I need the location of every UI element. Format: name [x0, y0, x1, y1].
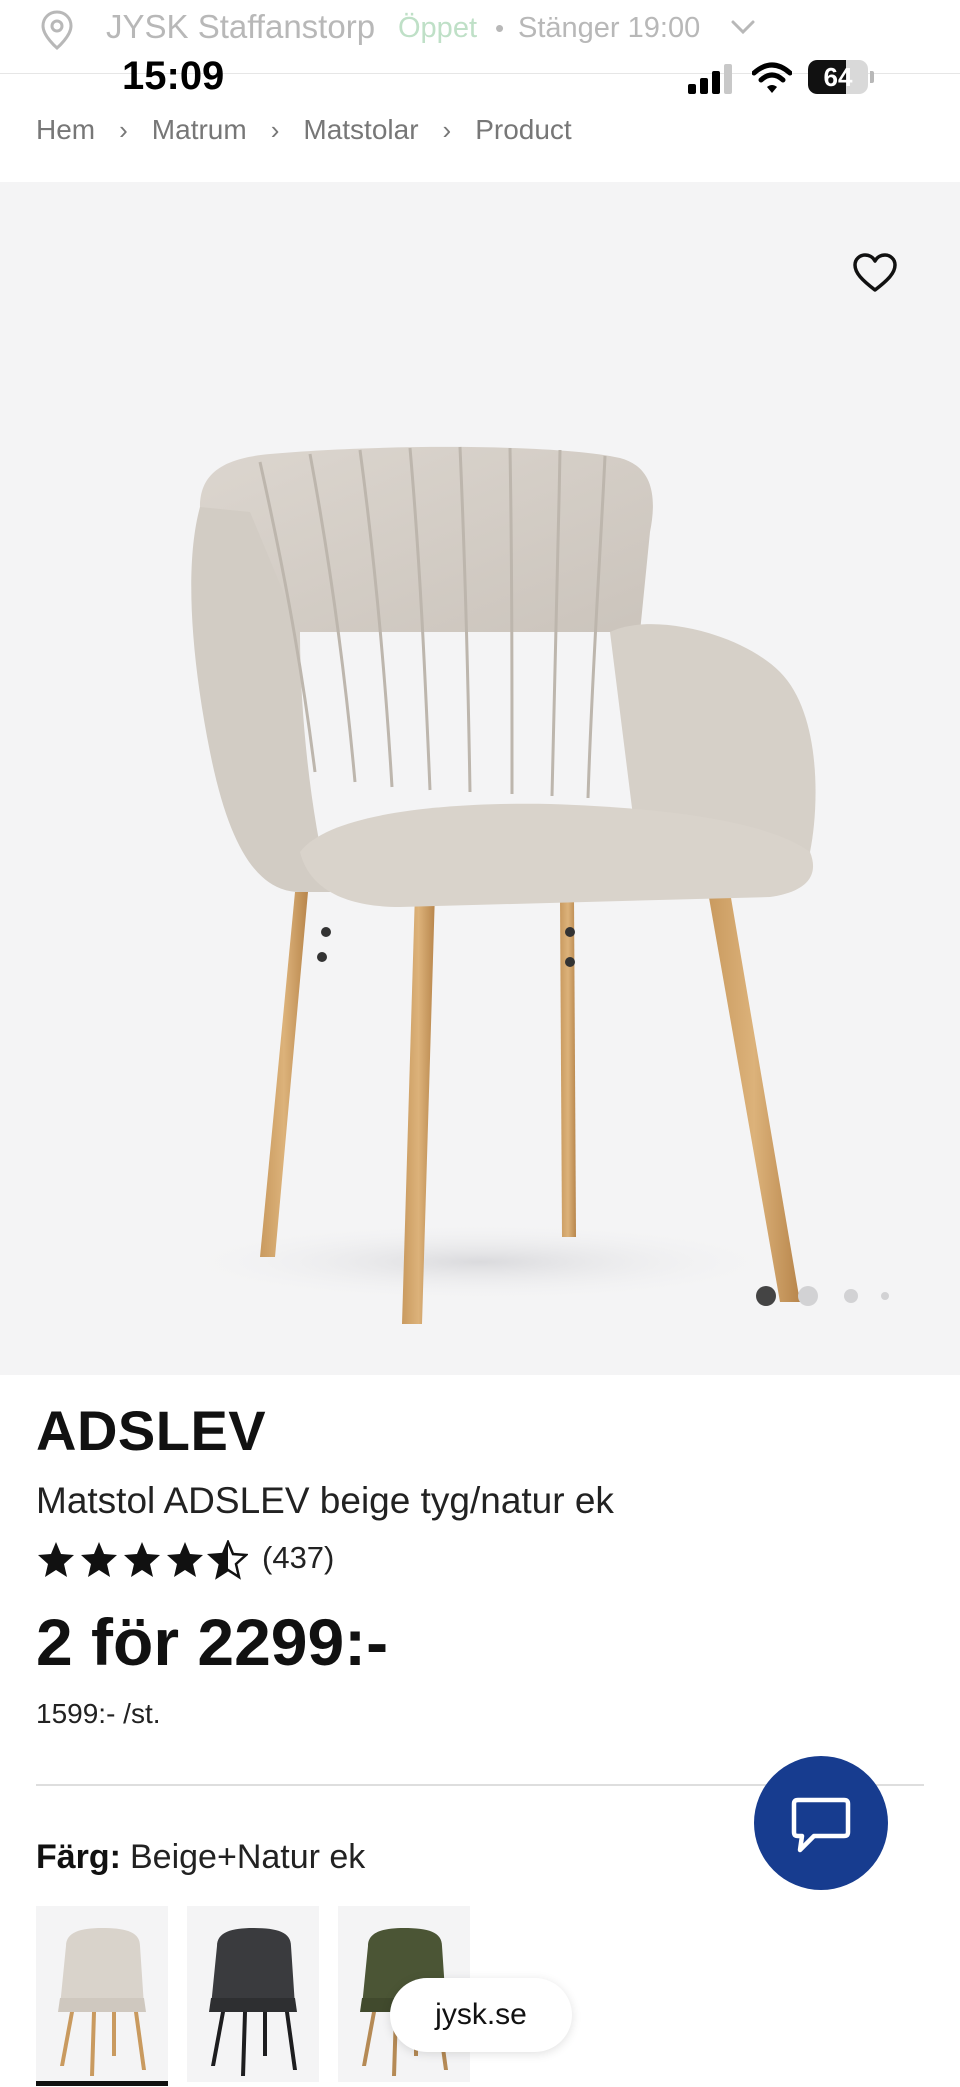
gallery-dot-2[interactable] — [798, 1286, 818, 1306]
star-full-icon — [38, 1542, 74, 1577]
color-value: Beige+Natur ek — [130, 1838, 366, 1876]
product-subtitle: Matstol ADSLEV beige tyg/natur ek — [36, 1480, 614, 1521]
breadcrumb-matrum[interactable]: Matrum — [152, 114, 247, 146]
breadcrumb-current: Product — [475, 114, 572, 145]
breadcrumb-separator: › — [442, 114, 452, 145]
heart-outline-icon[interactable] — [852, 252, 898, 294]
wifi-icon — [752, 62, 792, 93]
breadcrumb-home[interactable]: Hem — [36, 114, 95, 146]
product-image[interactable] — [130, 332, 830, 1392]
browser-url-pill[interactable]: jysk.se — [390, 1978, 572, 2052]
gallery-dot-3[interactable] — [844, 1289, 858, 1303]
color-swatch-beige[interactable] — [36, 1906, 168, 2086]
store-separator: • — [495, 13, 505, 43]
rating-stars[interactable] — [36, 1540, 248, 1580]
star-full-icon — [81, 1542, 117, 1577]
product-price: 2 för 2299:- — [36, 1605, 389, 1679]
gallery-pagination[interactable] — [756, 1284, 896, 1308]
chat-button[interactable] — [754, 1756, 888, 1890]
status-clock: 15:09 — [122, 54, 225, 98]
star-half-icon — [208, 1540, 248, 1579]
chat-bubble-icon — [791, 1797, 851, 1853]
gallery-dot-1[interactable] — [756, 1286, 776, 1306]
breadcrumb-separator: › — [119, 114, 128, 145]
product-name: ADSLEV — [36, 1399, 267, 1462]
chevron-down-icon[interactable] — [730, 16, 756, 38]
location-pin-icon — [41, 10, 73, 50]
gallery-dot-4[interactable] — [881, 1292, 889, 1300]
product-gallery[interactable] — [0, 182, 960, 1375]
color-swatch-darkgrey[interactable] — [187, 1906, 319, 2082]
unit-price: 1599:- /st. — [36, 1698, 161, 1729]
store-name: JYSK Staffanstorp — [106, 8, 376, 45]
cellular-signal-icon — [688, 64, 732, 94]
breadcrumb-separator: › — [270, 114, 280, 145]
store-closing-time: Stänger 19:00 — [518, 12, 701, 44]
breadcrumb: Hem › Matrum › Matstolar › Product — [36, 110, 572, 150]
review-count[interactable]: (437) — [262, 1540, 334, 1576]
color-label: Färg: — [36, 1838, 121, 1876]
battery-icon: 64 — [808, 60, 874, 94]
breadcrumb-matstolar[interactable]: Matstolar — [303, 114, 418, 146]
star-full-icon — [167, 1542, 203, 1577]
store-open-status: Öppet — [398, 12, 477, 44]
star-full-icon — [124, 1542, 160, 1577]
battery-level: 64 — [823, 62, 853, 92]
